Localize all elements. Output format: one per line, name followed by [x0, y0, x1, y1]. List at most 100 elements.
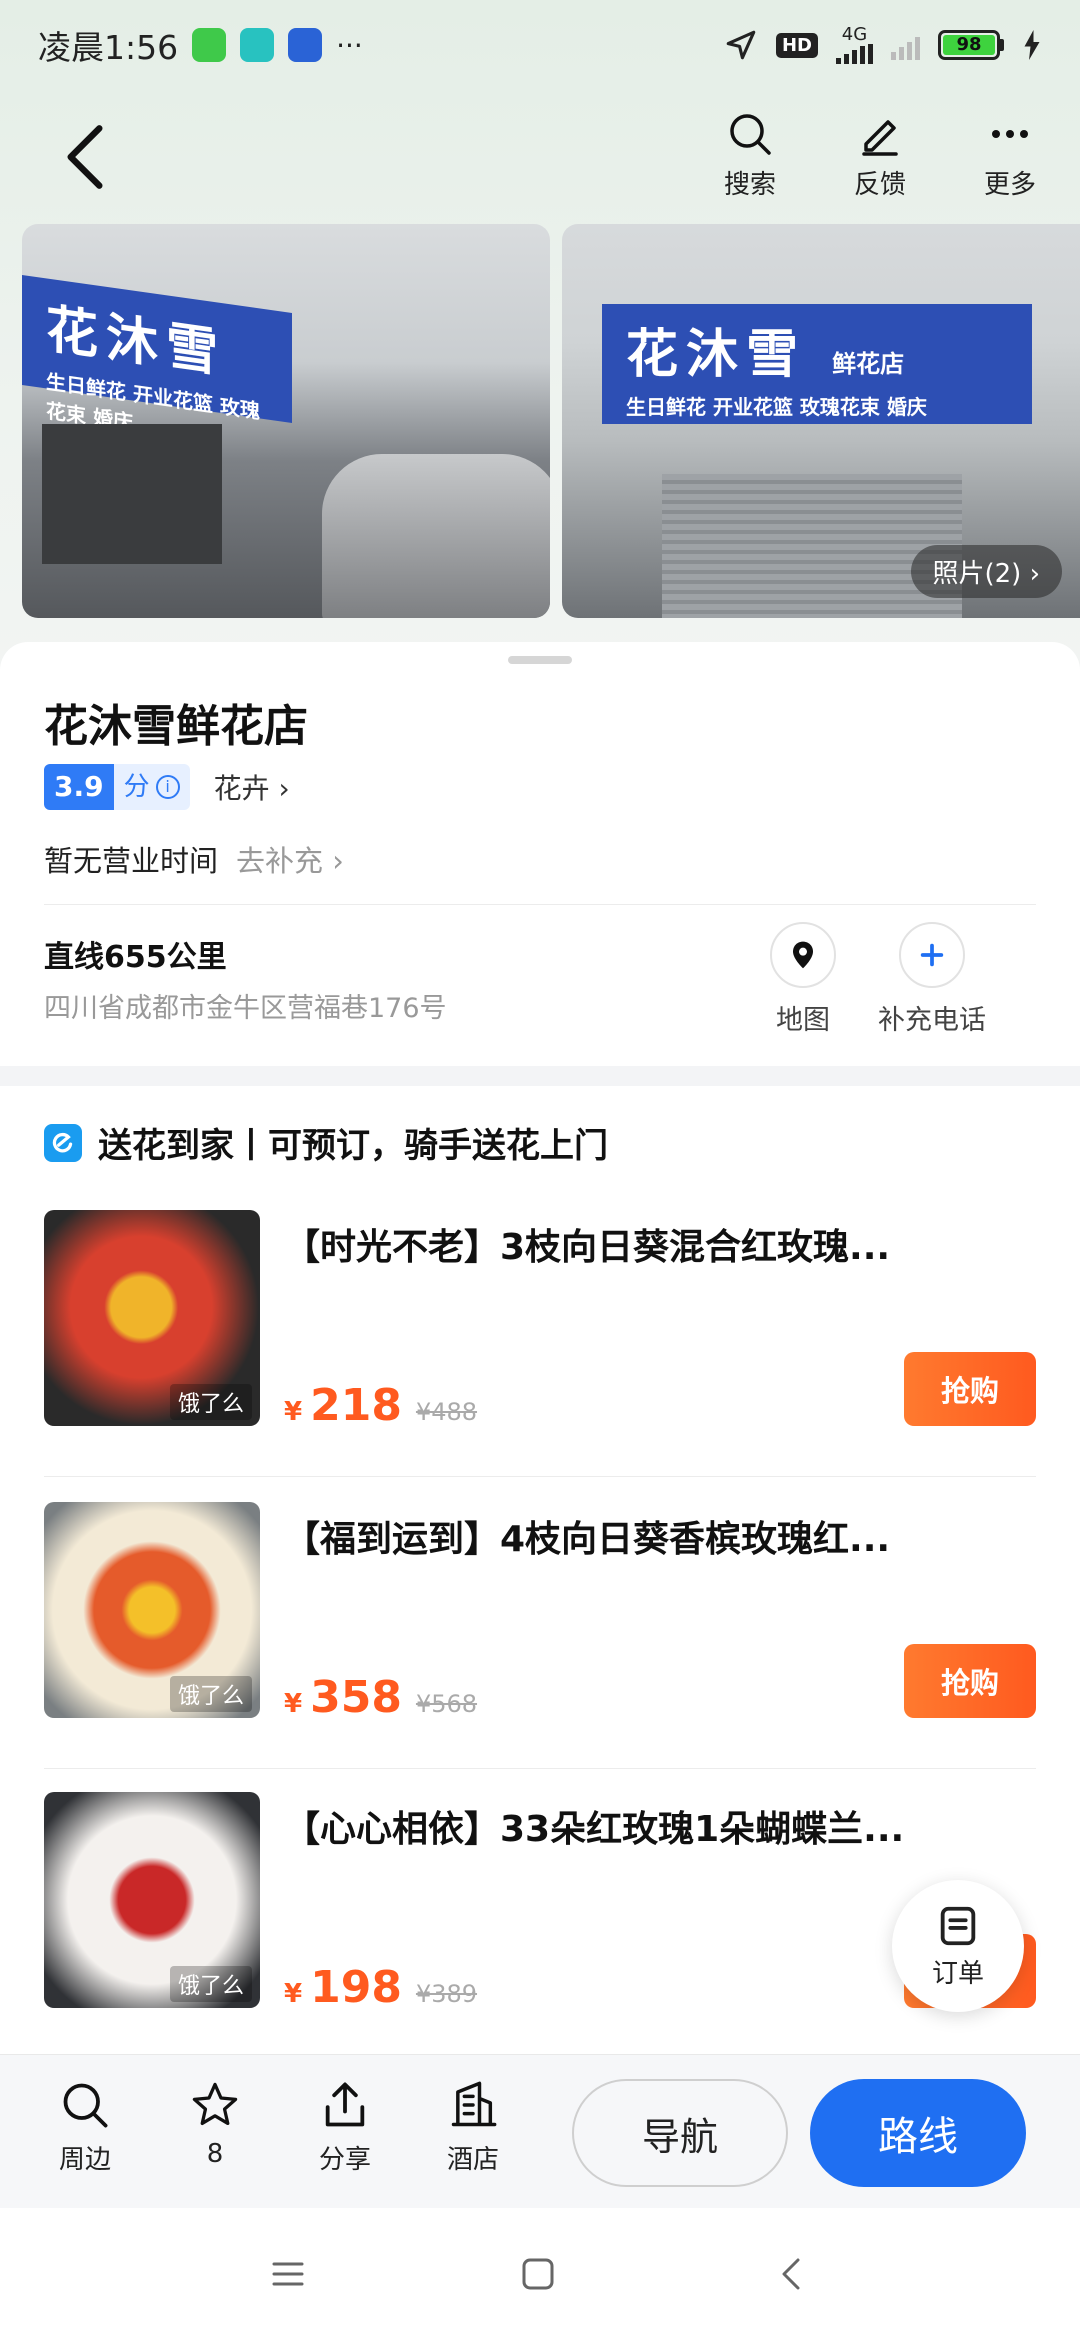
hotel-icon [451, 2081, 497, 2127]
add-phone-button[interactable]: 补充电话 [878, 922, 986, 1037]
divider [44, 904, 1036, 905]
poi-detail-sheet: 花沐雪鲜花店 3.9 分 i 花卉 › 暂无营业时间 去补充 › 直线655公里… [0, 642, 1080, 2072]
product-item[interactable]: 饿了么 【心心相依】33朵红玫瑰1朵蝴蝶兰... ¥ 198 ¥389 抢购 [44, 1792, 1036, 2032]
product-name: 【福到运到】4枝向日葵香槟玫瑰红... [284, 1519, 891, 1560]
map-pin-icon [793, 941, 813, 969]
more-label: 更多 [983, 170, 1036, 200]
hd-badge: HD [775, 32, 818, 58]
favorite-button[interactable]: 8 [160, 2079, 270, 2169]
search-icon [730, 114, 771, 155]
share-button[interactable]: 分享 [290, 2079, 400, 2176]
system-navigation-bar [0, 2208, 1080, 2340]
store-sign: 花沐雪 生日鲜花 开业花篮 玫瑰花束 婚庆 [22, 275, 292, 435]
product-price: 358 [310, 1672, 402, 1723]
map-label: 地图 [776, 1005, 830, 1036]
search-label: 搜索 [723, 170, 776, 200]
distance: 直线655公里 [44, 940, 227, 975]
currency-symbol: ¥ [284, 1689, 303, 1719]
product-price: 218 [310, 1380, 402, 1431]
battery-level: 98 [943, 35, 995, 55]
product-thumbnail: 饿了么 [44, 1502, 260, 1718]
eleme-tag: 饿了么 [169, 1384, 252, 1420]
map-button[interactable]: 地图 [770, 922, 836, 1037]
store-sign-text: 花沐雪 [626, 325, 807, 385]
star-icon [192, 2082, 238, 2126]
add-hours-link[interactable]: 去补充 › [236, 838, 344, 880]
feedback-label: 反馈 [853, 170, 906, 200]
more-icon [992, 130, 1028, 138]
signal-2-icon [891, 30, 920, 60]
original-price: ¥389 [415, 1980, 478, 2008]
currency-symbol: ¥ [284, 1979, 303, 2009]
order-float-button[interactable]: 订单 [892, 1880, 1024, 2012]
divider [44, 1768, 1036, 1769]
original-price: ¥488 [415, 1398, 478, 1426]
location-arrow-icon [726, 30, 756, 60]
app-notification-icon [192, 28, 227, 62]
store-photo-2[interactable]: 花沐雪 鲜花店 生日鲜花 开业花篮 玫瑰花束 婚庆 照片(2) › [562, 224, 1080, 618]
search-icon [63, 2083, 108, 2128]
pencil-icon [862, 120, 898, 156]
eleme-tag: 饿了么 [169, 1676, 252, 1712]
buy-button[interactable]: 抢购 [904, 1352, 1036, 1426]
plus-icon [920, 943, 944, 967]
photo-count-button[interactable]: 照片(2) › [910, 545, 1062, 598]
signal-icon [836, 44, 873, 64]
battery-icon: 98 [938, 30, 1004, 60]
more-button[interactable]: 更多 [970, 110, 1050, 201]
product-item[interactable]: 饿了么 【福到运到】4枝向日葵香槟玫瑰红... ¥ 358 ¥568 抢购 [44, 1502, 1036, 1742]
favorite-count: 8 [206, 2139, 224, 2169]
nearby-button[interactable]: 周边 [30, 2079, 140, 2176]
product-name: 【心心相依】33朵红玫瑰1朵蝴蝶兰... [284, 1809, 905, 1850]
divider [44, 1476, 1036, 1477]
store-sign: 花沐雪 鲜花店 生日鲜花 开业花篮 玫瑰花束 婚庆 [602, 304, 1032, 424]
network-type: 4G [841, 24, 868, 45]
route-button[interactable]: 路线 [810, 2079, 1026, 2187]
rating-badge[interactable]: 3.9 分 i [44, 764, 190, 810]
store-sign-subtext: 鲜花店 [832, 350, 905, 378]
buy-button[interactable]: 抢购 [904, 1644, 1036, 1718]
home-icon[interactable] [518, 2254, 558, 2294]
rating-score: 3.9 [44, 764, 114, 810]
header: 搜索 反馈 更多 [0, 100, 1080, 210]
eleme-tag: 饿了么 [169, 1966, 252, 2002]
bottom-action-bar: 周边 8 分享 酒店 导航 路线 [0, 2054, 1080, 2208]
nearby-label: 周边 [58, 2145, 111, 2175]
info-icon: i [155, 775, 180, 799]
feedback-button[interactable]: 反馈 [840, 110, 920, 201]
product-thumbnail: 饿了么 [44, 1210, 260, 1426]
hotel-button[interactable]: 酒店 [418, 2079, 528, 2176]
rating-unit: 分 [123, 772, 150, 802]
product-thumbnail: 饿了么 [44, 1792, 260, 2008]
address[interactable]: 四川省成都市金牛区营福巷176号 [44, 986, 447, 1025]
store-photo-1[interactable]: 花沐雪 生日鲜花 开业花篮 玫瑰花束 婚庆 [22, 224, 550, 618]
share-label: 分享 [318, 2145, 371, 2175]
status-bar: 凌晨1:56 ··· HD 4G 98 [0, 0, 1080, 90]
menu-icon[interactable] [268, 2254, 308, 2294]
product-item[interactable]: 饿了么 【时光不老】3枝向日葵混合红玫瑰... ¥ 218 ¥488 抢购 [44, 1210, 1036, 1450]
hotel-label: 酒店 [446, 2145, 499, 2175]
store-shutter [662, 474, 962, 618]
order-label: 订单 [931, 1958, 984, 1989]
original-price: ¥568 [415, 1690, 478, 1718]
back-icon[interactable] [60, 122, 110, 192]
parked-car [322, 454, 550, 618]
assistant-app-icon [288, 28, 323, 62]
eleme-logo-icon [44, 1123, 82, 1162]
currency-symbol: ¥ [284, 1397, 303, 1427]
product-name: 【时光不老】3枝向日葵混合红玫瑰... [284, 1227, 891, 1268]
search-button[interactable]: 搜索 [710, 110, 790, 201]
section-separator [0, 1066, 1080, 1086]
more-notifications-icon: ··· [336, 28, 363, 62]
category-link[interactable]: 花卉 › [214, 767, 290, 807]
promo-title: 送花到家丨可预订，骑手送花上门 [98, 1126, 608, 1166]
charging-icon [1024, 30, 1040, 60]
navigate-button[interactable]: 导航 [572, 2079, 788, 2187]
send-app-icon [240, 28, 275, 62]
order-icon [940, 1906, 976, 1945]
product-price: 198 [310, 1962, 402, 2013]
system-back-icon[interactable] [772, 2254, 812, 2294]
sheet-grabber[interactable] [508, 656, 572, 664]
status-time: 凌晨1:56 [38, 28, 179, 67]
add-phone-label: 补充电话 [878, 1005, 986, 1036]
